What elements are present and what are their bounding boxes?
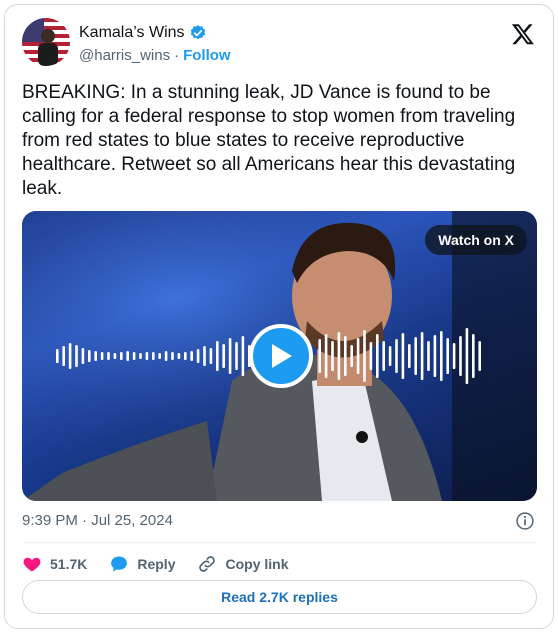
follow-button[interactable]: Follow (183, 47, 231, 64)
waveform-bar (196, 349, 200, 363)
waveform-bar (331, 341, 334, 371)
waveform-bar (228, 338, 232, 374)
waveform-bar (433, 335, 437, 377)
waveform-bar (113, 353, 117, 359)
waveform-bar (318, 339, 321, 373)
waveform-bar (145, 352, 149, 360)
waveform-bar (465, 328, 469, 384)
waveform-bar (184, 352, 187, 360)
waveform-bar (107, 352, 110, 360)
video-player[interactable]: Watch on X (22, 211, 537, 501)
divider (22, 542, 536, 543)
display-name[interactable]: Kamala’s Wins (79, 24, 185, 42)
verified-badge-icon (190, 25, 205, 40)
waveform-bar (56, 349, 59, 363)
tweet-text: BREAKING: In a stunning leak, JD Vance i… (22, 82, 516, 199)
copy-link-label: Copy link (225, 556, 289, 572)
waveform-bar (440, 331, 443, 381)
waveform-bar (139, 353, 142, 359)
waveform-bar (132, 352, 136, 360)
waveform-bar (472, 334, 475, 378)
waveform-bar (171, 352, 174, 360)
waveform-bar (241, 336, 245, 376)
waveform-bar (190, 351, 193, 361)
waveform-bar (408, 344, 411, 368)
waveform-bar (126, 351, 129, 361)
play-icon (272, 344, 292, 368)
waveform-bar (382, 341, 385, 371)
waveform-bar (324, 334, 328, 378)
waveform-bar (452, 343, 456, 369)
waveform-bar (88, 350, 91, 362)
waveform-bar (401, 333, 405, 379)
reply-button[interactable]: Reply (109, 554, 175, 574)
waveform-bar (209, 348, 213, 364)
tweet-card: Kamala’s Wins @harris_wins · Follow BREA… (4, 4, 554, 629)
avatar[interactable] (22, 18, 70, 66)
x-logo-icon[interactable] (511, 22, 535, 46)
waveform-bar (344, 336, 347, 376)
reply-label: Reply (137, 556, 176, 572)
like-button[interactable]: 51.7K (22, 554, 87, 574)
waveform-bar (75, 345, 78, 367)
waveform-bar (414, 337, 417, 375)
waveform-bar (100, 352, 104, 360)
waveform-bar (216, 341, 219, 371)
waveform-bar (478, 341, 481, 371)
waveform-bar (350, 345, 353, 367)
waveform-bar (81, 348, 85, 364)
copy-link-button[interactable]: Copy link (197, 554, 289, 574)
waveform-bar (376, 334, 379, 378)
waveform-bar (203, 346, 206, 366)
waveform-bar (235, 342, 238, 370)
heart-icon (23, 557, 41, 572)
watch-on-x-button[interactable]: Watch on X (425, 225, 527, 255)
read-replies-button[interactable]: Read 2.7K replies (22, 580, 537, 614)
link-icon (199, 556, 216, 572)
waveform-bar (164, 351, 168, 361)
waveform-bar (369, 342, 373, 370)
timestamp[interactable]: 9:39 PM · Jul 25, 2024 (22, 512, 173, 529)
handle[interactable]: @harris_wins (79, 47, 170, 64)
separator-dot: · (174, 47, 180, 64)
waveform-bar (420, 332, 424, 380)
waveform-bar (427, 341, 430, 371)
info-icon[interactable] (515, 511, 535, 531)
like-count: 51.7K (50, 556, 88, 572)
waveform-bar (177, 353, 181, 359)
waveform-bar (363, 330, 366, 382)
reply-bubble-icon (111, 556, 128, 572)
waveform-bar (68, 343, 72, 369)
action-bar: 51.7K Reply Copy link (22, 549, 311, 579)
waveform-bar (62, 346, 65, 366)
waveform-bar (152, 352, 155, 360)
waveform-bar (459, 336, 462, 376)
waveform-bar (446, 338, 449, 374)
waveform-bar (158, 353, 161, 359)
waveform-bar (222, 344, 225, 368)
waveform-bar (395, 339, 398, 373)
waveform-bar (337, 332, 341, 380)
waveform-bar (120, 352, 123, 360)
waveform-bar (356, 338, 360, 374)
waveform-bar (94, 351, 97, 361)
play-button[interactable] (249, 324, 313, 388)
waveform-bar (388, 346, 392, 366)
